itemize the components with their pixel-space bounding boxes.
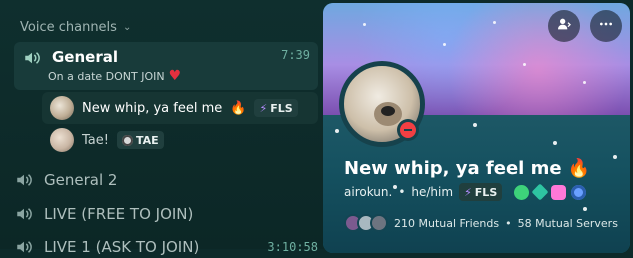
channel-name: General (52, 48, 118, 66)
banner-sparkle (493, 21, 496, 24)
clan-tag-label: FLS (270, 101, 293, 115)
display-name-text: New whip, ya feel me (344, 158, 562, 179)
more-button[interactable] (590, 10, 622, 42)
banner-sparkle (583, 81, 586, 84)
pronouns: he/him (411, 185, 454, 199)
channel-live-1[interactable]: LIVE 1 (ASK TO JOIN) 3:10:58 (14, 236, 318, 258)
channel-status: On a date DONT JOIN ♥ (48, 68, 181, 84)
channel-status-text: On a date DONT JOIN (48, 69, 165, 83)
snowflake (553, 141, 557, 145)
member-name: New whip, ya feel me (82, 100, 223, 116)
username[interactable]: airokun. (344, 185, 392, 199)
mutuals-row[interactable]: 210 Mutual Friends • 58 Mutual Servers (344, 214, 618, 232)
badge-icon[interactable] (551, 184, 567, 200)
add-friend-button[interactable] (548, 10, 580, 42)
separator-dot: • (505, 216, 512, 230)
speaker-icon (22, 48, 42, 68)
member-name: Tae! (82, 132, 109, 148)
badge-icon[interactable] (514, 184, 530, 200)
channel-timer: 7:39 (281, 48, 310, 62)
speaker-icon (14, 237, 34, 257)
snowflake (473, 123, 477, 127)
clan-tag: ⚡ FLS (254, 99, 298, 117)
status-dnd-icon (397, 119, 419, 141)
section-label: Voice channels (20, 20, 117, 35)
profile-badges (514, 183, 587, 201)
mutual-servers[interactable]: 58 Mutual Servers (518, 217, 618, 230)
speaker-icon (14, 170, 34, 190)
person-icon (556, 16, 572, 36)
voice-channels-header[interactable]: Voice channels ⌄ (20, 20, 131, 35)
channel-live-free[interactable]: LIVE (FREE TO JOIN) (14, 203, 318, 225)
mutual-avatars (344, 214, 388, 232)
avatar (50, 96, 74, 120)
disc-icon (121, 134, 133, 146)
clan-tag: TAE (116, 131, 164, 149)
snowflake (613, 155, 617, 159)
fire-icon: 🔥 (230, 100, 247, 116)
channel-general-2[interactable]: General 2 (14, 169, 318, 191)
snowflake (583, 207, 587, 211)
badge-icon[interactable] (571, 184, 587, 200)
chevron-down-icon: ⌄ (122, 22, 132, 33)
profile-username-line: airokun. • he/him ⚡ FLS (344, 183, 587, 201)
heart-icon: ♥ (168, 68, 182, 84)
channel-timer: 3:10:58 (267, 240, 318, 254)
separator-dot: • (398, 185, 406, 199)
dnd-dot (400, 122, 416, 138)
profile-popout: New whip, ya feel me 🔥 airokun. • he/him… (323, 3, 630, 253)
fire-icon: 🔥 (567, 158, 590, 179)
avatar-nose (381, 106, 395, 116)
snowflake (335, 129, 339, 133)
channel-name: LIVE 1 (ASK TO JOIN) (44, 238, 200, 256)
banner-sparkle (523, 63, 526, 66)
profile-display-name: New whip, ya feel me 🔥 (344, 158, 590, 179)
mutual-friends[interactable]: 210 Mutual Friends (394, 217, 499, 230)
voice-member[interactable]: Tae! TAE (42, 124, 318, 156)
avatar (50, 128, 74, 152)
clan-tag-label: TAE (135, 133, 159, 147)
clan-tag[interactable]: ⚡ FLS (459, 183, 503, 201)
badge-icon[interactable] (531, 183, 549, 201)
speaker-icon (14, 204, 34, 224)
voice-member[interactable]: New whip, ya feel me 🔥 ⚡ FLS (42, 92, 318, 124)
channel-name: LIVE (FREE TO JOIN) (44, 205, 194, 223)
channel-name: General 2 (44, 171, 118, 189)
bolt-icon: ⚡ (259, 101, 268, 115)
more-icon (598, 16, 614, 36)
clan-tag-label: FLS (474, 185, 498, 199)
banner-sparkle (363, 23, 366, 26)
bolt-icon: ⚡ (464, 185, 472, 199)
banner-sparkle (443, 43, 446, 46)
voice-channel-list: Voice channels ⌄ General 7:39 On a date … (0, 0, 330, 256)
avatar (370, 214, 388, 232)
